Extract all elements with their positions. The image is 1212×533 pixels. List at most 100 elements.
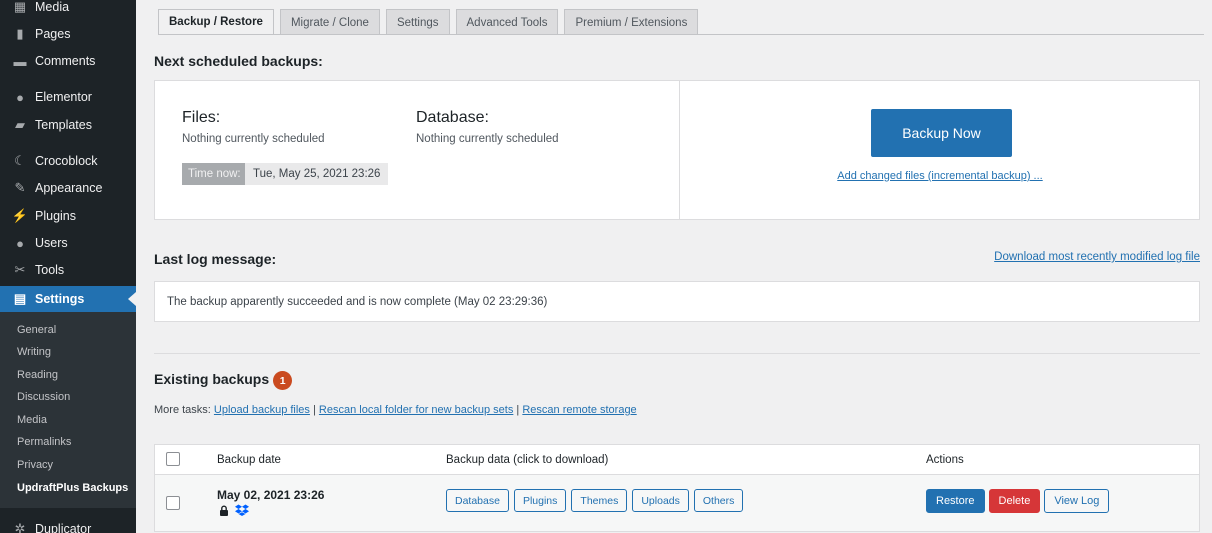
sidebar-item-label: Appearance	[35, 181, 103, 195]
last-log-message: The backup apparently succeeded and is n…	[154, 281, 1200, 322]
submenu-item-privacy[interactable]: Privacy	[0, 454, 136, 476]
download-others-button[interactable]: Others	[693, 489, 744, 512]
restore-button[interactable]: Restore	[926, 489, 985, 513]
existing-backups-title: Existing backups	[154, 371, 270, 388]
tab-advanced-tools[interactable]: Advanced Tools	[455, 9, 559, 35]
files-title: Files:	[182, 109, 221, 126]
elementor-icon: ●	[16, 89, 24, 105]
upload-backup-files-link[interactable]: Upload backup files	[214, 404, 310, 416]
select-all-checkbox[interactable]	[166, 452, 180, 466]
database-value: Nothing currently scheduled	[416, 133, 559, 145]
admin-sidebar: ▦ Media ▮ Pages ▬ Comments ● Elementor ▰ Template…	[0, 0, 136, 533]
sidebar-item-label: Plugins	[35, 209, 76, 223]
nav-tabs: Backup / Restore Migrate / Clone Setting…	[158, 9, 704, 35]
row-actions: Restore Delete View Log	[926, 489, 1110, 513]
submenu-item-general[interactable]: General	[0, 319, 136, 341]
sidebar-item-users[interactable]: ● Users	[0, 230, 136, 256]
backup-now-area: Backup Now Add changed files (incrementa…	[679, 81, 1199, 219]
tab-premium-extensions[interactable]: Premium / Extensions	[564, 9, 699, 35]
pages-icon: ▮	[16, 26, 24, 41]
scheduled-panel: Files: Nothing currently scheduled Datab…	[154, 80, 1200, 220]
download-plugins-button[interactable]: Plugins	[513, 489, 567, 512]
tab-migrate-clone[interactable]: Migrate / Clone	[279, 9, 380, 35]
settings-icon: ▤	[13, 291, 27, 306]
submenu-item-permalinks[interactable]: Permalinks	[0, 431, 136, 453]
active-menu-arrow	[128, 292, 136, 306]
sidebar-item-label: Duplicator	[35, 522, 92, 533]
sidebar-item-label: Media	[35, 0, 70, 14]
sidebar-item-label: Settings	[35, 292, 85, 306]
sidebar-item-label: Elementor	[35, 90, 92, 104]
sidebar-item-label: Tools	[35, 263, 65, 277]
view-log-button[interactable]: View Log	[1044, 489, 1110, 513]
backup-date: May 02, 2021 23:26	[217, 488, 325, 502]
backup-count-badge: 1	[273, 371, 293, 390]
row-checkbox[interactable]	[166, 496, 180, 510]
sidebar-item-duplicator[interactable]: ✲ Duplicator	[0, 516, 136, 533]
backup-storage-icons	[219, 504, 249, 516]
delete-button[interactable]: Delete	[988, 489, 1041, 513]
brush-icon: ✎	[14, 180, 26, 195]
sidebar-item-comments[interactable]: ▬ Comments	[0, 48, 136, 74]
wrench-icon: ✂	[14, 262, 26, 277]
col-actions: Actions	[926, 454, 964, 466]
comments-icon: ▬	[13, 53, 27, 69]
sidebar-item-plugins[interactable]: ⚡ Plugins	[0, 203, 136, 229]
rescan-remote-link[interactable]: Rescan remote storage	[522, 404, 636, 416]
existing-backups-heading: Existing backups 1	[154, 371, 293, 390]
sidebar-item-label: Users	[35, 236, 68, 250]
users-icon: ●	[16, 235, 24, 251]
download-database-button[interactable]: Database	[446, 489, 509, 512]
backups-table: Backup date Backup data (click to downlo…	[154, 444, 1200, 532]
next-scheduled-heading: Next scheduled backups:	[154, 53, 323, 69]
tab-divider	[158, 34, 1204, 35]
backup-now-button[interactable]: Backup Now	[871, 109, 1012, 157]
download-uploads-button[interactable]: Uploads	[632, 489, 689, 512]
sidebar-item-media[interactable]: ▦ Media	[0, 0, 136, 20]
col-backup-data: Backup data (click to download)	[446, 454, 609, 466]
sidebar-item-settings[interactable]: ▤ Settings	[0, 286, 136, 312]
tab-backup-restore[interactable]: Backup / Restore	[158, 9, 274, 35]
sidebar-item-label: Crocoblock	[35, 154, 98, 168]
col-backup-date: Backup date	[217, 454, 281, 466]
lock-icon	[220, 505, 228, 516]
crocoblock-icon: ☾	[14, 153, 26, 168]
last-log-heading: Last log message:	[154, 251, 277, 267]
more-tasks-label: More tasks:	[154, 404, 211, 416]
dropbox-icon	[235, 504, 249, 516]
sidebar-item-crocoblock[interactable]: ☾ Crocoblock	[0, 148, 136, 174]
folder-icon: ▰	[15, 117, 25, 132]
incremental-backup-link[interactable]: Add changed files (incremental backup) .…	[680, 170, 1200, 182]
submenu-item-writing[interactable]: Writing	[0, 341, 136, 363]
duplicator-icon: ✲	[14, 521, 26, 533]
sidebar-item-label: Comments	[35, 54, 96, 68]
submenu-item-discussion[interactable]: Discussion	[0, 386, 136, 408]
download-themes-button[interactable]: Themes	[571, 489, 628, 512]
media-icon: ▦	[13, 0, 27, 14]
submenu-item-updraftplus-backups[interactable]: UpdraftPlus Backups	[0, 477, 136, 499]
sidebar-item-elementor[interactable]: ● Elementor	[0, 84, 136, 110]
sidebar-item-appearance[interactable]: ✎ Appearance	[0, 175, 136, 201]
sidebar-item-label: Templates	[35, 118, 92, 132]
rescan-local-link[interactable]: Rescan local folder for new backup sets	[319, 404, 513, 416]
tasks-separator: |	[516, 404, 520, 416]
submenu-item-media[interactable]: Media	[0, 409, 136, 431]
files-value: Nothing currently scheduled	[182, 133, 325, 145]
download-log-link[interactable]: Download most recently modified log file	[994, 251, 1200, 263]
time-now-value: Tue, May 25, 2021 23:26	[245, 163, 389, 185]
sidebar-item-label: Pages	[35, 27, 71, 41]
more-tasks: More tasks: Upload backup files | Rescan…	[154, 404, 637, 416]
log-message-text: The backup apparently succeeded and is n…	[167, 295, 548, 308]
time-now-label: Time now:	[182, 163, 247, 185]
main-content: Backup / Restore Migrate / Clone Setting…	[136, 0, 1212, 533]
schedule-info: Files: Nothing currently scheduled Datab…	[155, 81, 679, 219]
tasks-separator: |	[313, 404, 316, 416]
submenu-item-reading[interactable]: Reading	[0, 364, 136, 386]
sidebar-item-tools[interactable]: ✂ Tools	[0, 257, 136, 283]
sidebar-item-pages[interactable]: ▮ Pages	[0, 21, 136, 47]
sidebar-item-templates[interactable]: ▰ Templates	[0, 112, 136, 138]
tab-settings[interactable]: Settings	[385, 9, 450, 35]
section-divider	[154, 353, 1200, 354]
backup-data-buttons: Database Plugins Themes Uploads Others	[446, 489, 744, 512]
database-title: Database:	[416, 109, 489, 126]
